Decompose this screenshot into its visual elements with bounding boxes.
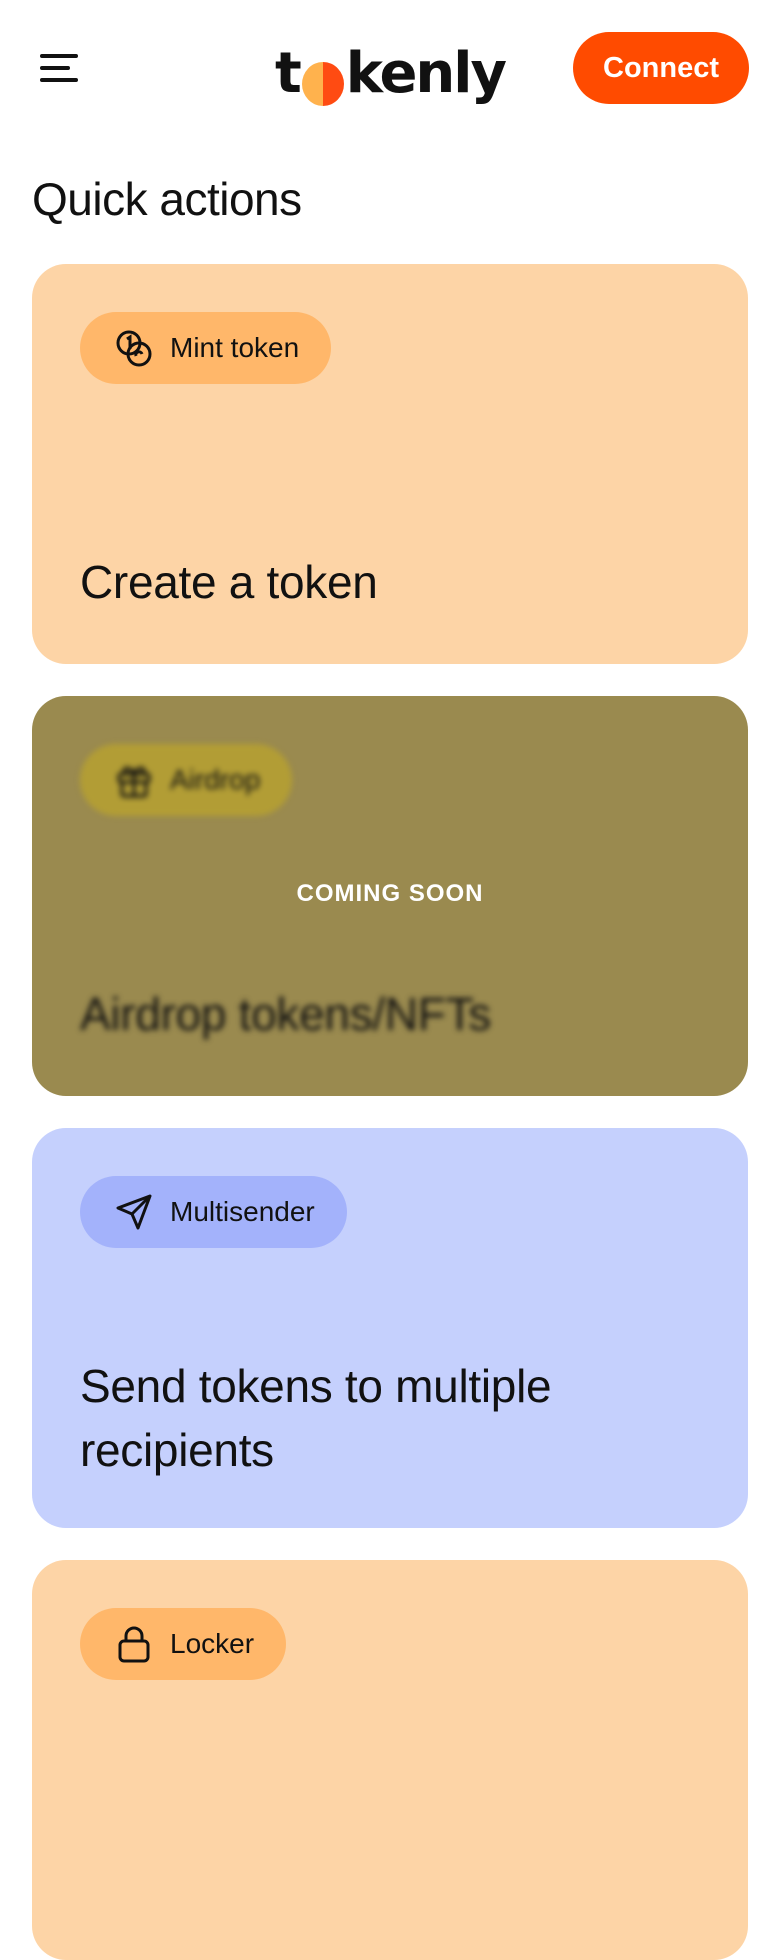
lock-icon: [114, 1624, 154, 1664]
logo-mark-icon: [301, 62, 344, 106]
gift-icon: [114, 760, 154, 800]
pill-label: Mint token: [170, 332, 300, 363]
pill-airdrop: Airdrop: [80, 744, 293, 816]
card-multisender[interactable]: Multisender Send tokens to multiple reci…: [32, 1128, 748, 1528]
pill-mint-token: Mint token: [80, 312, 332, 384]
coins-icon: [114, 328, 154, 368]
card-title: Send tokens to multiple recipients: [80, 1360, 552, 1476]
pill-multisender: Multisender: [80, 1176, 347, 1248]
card-locker[interactable]: Locker: [32, 1560, 748, 1960]
send-icon: [114, 1192, 154, 1232]
app-header: t kenly Connect: [0, 0, 780, 136]
pill-locker: Locker: [80, 1608, 287, 1680]
card-airdrop[interactable]: Airdrop Airdrop tokens/NFTs COMING SOON: [32, 696, 748, 1096]
connect-button[interactable]: Connect: [573, 32, 749, 104]
tokenly-logo[interactable]: t kenly: [275, 36, 507, 106]
menu-icon[interactable]: [36, 50, 82, 86]
page-title: Quick actions: [32, 173, 302, 225]
pill-label: Locker: [170, 1628, 255, 1659]
pill-label: Multisender: [170, 1196, 315, 1227]
logo-text-left: t: [275, 41, 302, 106]
pill-label: Airdrop: [170, 764, 261, 795]
logo-text-right: kenly: [345, 41, 507, 106]
coming-soon-badge: COMING SOON: [296, 880, 484, 907]
card-title: Create a token: [80, 556, 378, 608]
card-mint-token[interactable]: Mint token Create a token: [32, 264, 748, 664]
card-title: Airdrop tokens/NFTs: [80, 988, 491, 1040]
